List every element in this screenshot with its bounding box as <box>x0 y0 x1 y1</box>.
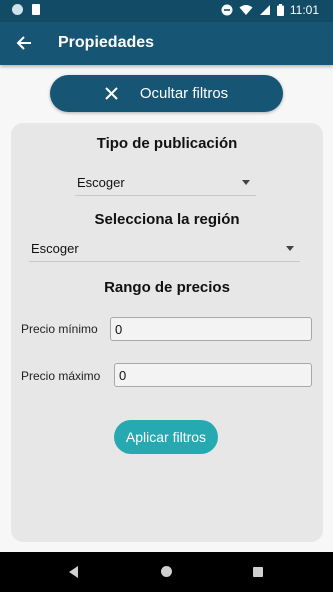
close-icon <box>105 87 118 100</box>
app-bar: Propiedades <box>0 22 333 65</box>
sd-card-icon <box>32 4 40 15</box>
back-button[interactable] <box>10 29 38 57</box>
region-dropdown[interactable]: Escoger <box>29 235 300 262</box>
filter-panel: Tipo de publicación Escoger Selecciona l… <box>11 123 323 542</box>
status-bar: 11:01 <box>0 0 333 22</box>
arrow-left-icon <box>16 36 31 50</box>
apply-filters-button[interactable]: Aplicar filtros <box>114 420 218 454</box>
nav-home-icon[interactable] <box>161 566 172 577</box>
max-price-label: Precio máximo <box>21 369 101 383</box>
publication-type-value: Escoger <box>77 175 125 190</box>
status-time: 11:01 <box>289 3 319 17</box>
notification-dot-icon <box>12 4 23 15</box>
price-range-title: Rango de precios <box>104 279 230 296</box>
wifi-icon <box>239 5 253 15</box>
dropdown-arrow-icon <box>242 180 250 185</box>
battery-icon <box>276 4 284 16</box>
dropdown-arrow-icon <box>286 246 294 251</box>
min-price-input[interactable]: 0 <box>110 317 312 341</box>
publication-type-title: Tipo de publicación <box>96 135 238 152</box>
nav-recents-icon[interactable] <box>253 567 263 577</box>
nav-back-icon[interactable] <box>69 566 78 578</box>
max-price-input[interactable]: 0 <box>114 363 312 387</box>
publication-type-dropdown[interactable]: Escoger <box>75 169 256 196</box>
hide-filters-button[interactable]: Ocultar filtros <box>50 75 283 112</box>
signal-icon <box>259 5 270 15</box>
min-price-label: Precio mínimo <box>21 322 98 336</box>
region-value: Escoger <box>31 241 79 256</box>
hide-filters-label: Ocultar filtros <box>139 85 229 102</box>
region-title: Selecciona la región <box>94 211 240 228</box>
page-title: Propiedades <box>58 34 155 51</box>
dnd-icon <box>221 4 233 16</box>
system-nav-bar <box>0 552 333 592</box>
